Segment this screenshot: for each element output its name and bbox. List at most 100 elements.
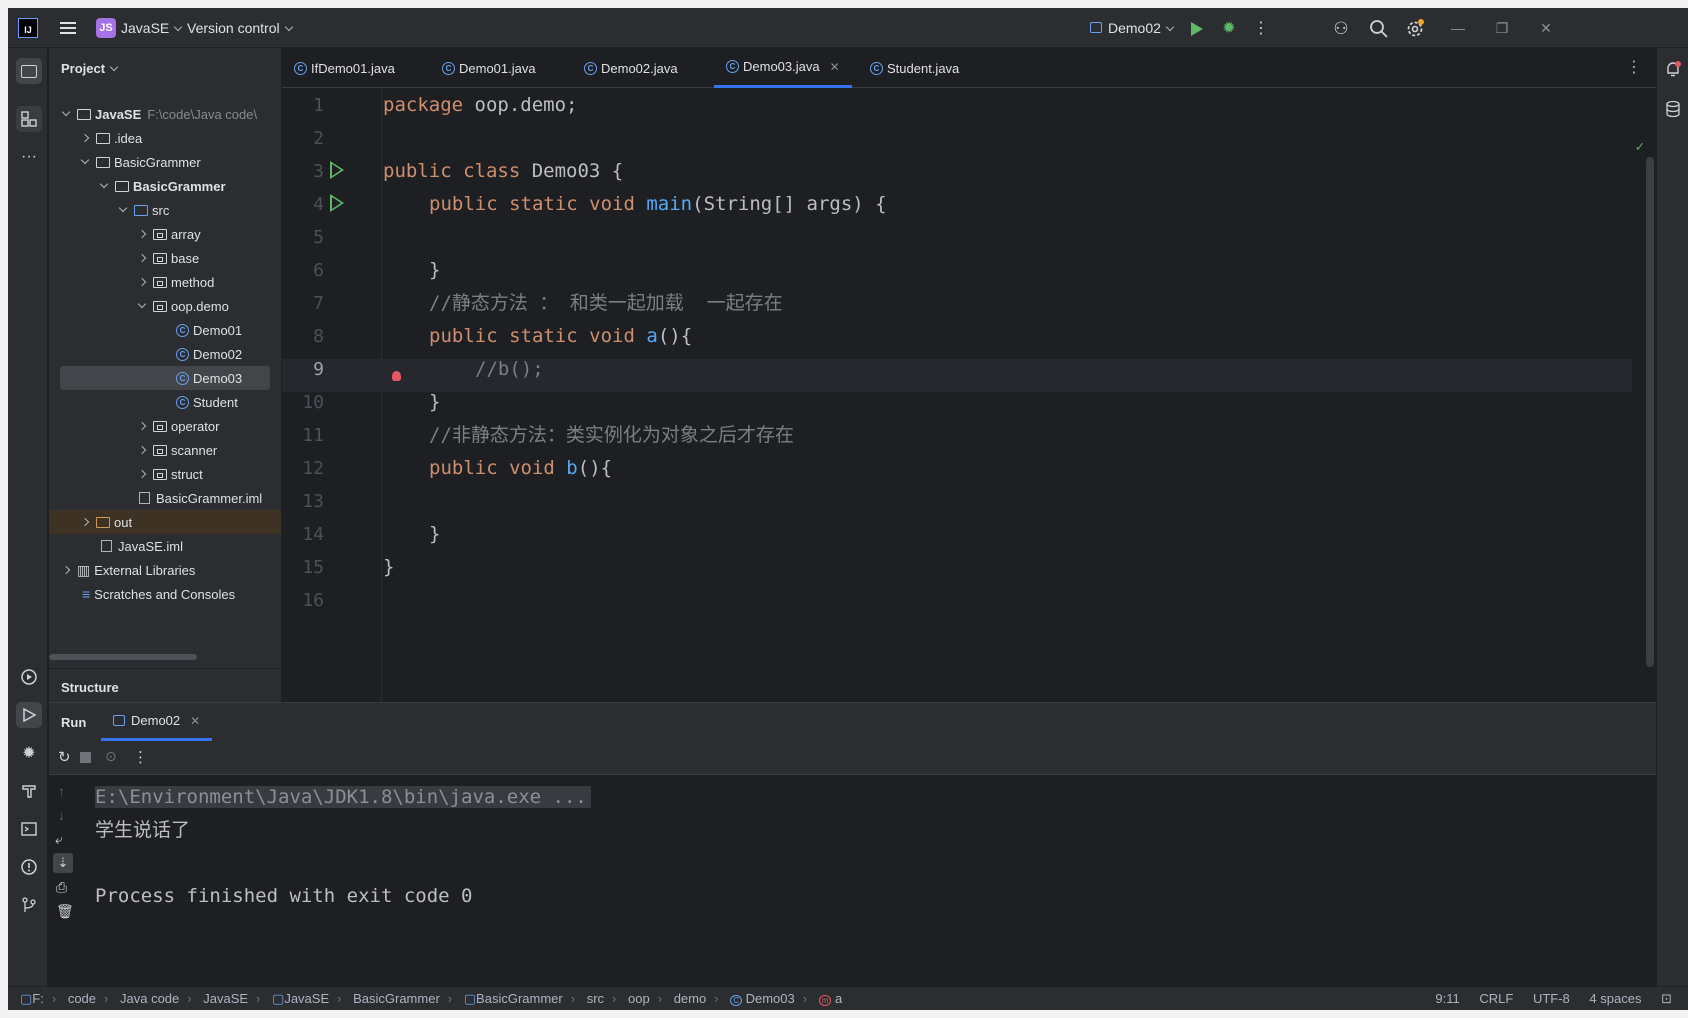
- run-tab-demo02[interactable]: Demo02 ✕: [101, 703, 213, 741]
- version-control-menu[interactable]: Version control: [187, 20, 293, 36]
- scroll-down-icon[interactable]: ↓: [58, 807, 65, 823]
- breadcrumb-item[interactable]: demo: [674, 991, 707, 1006]
- terminal-icon[interactable]: [16, 816, 42, 842]
- tree-node-operator[interactable]: operator: [49, 414, 281, 438]
- breadcrumb-item[interactable]: JavaSE: [284, 991, 329, 1006]
- tree-node-basicgrammer[interactable]: BasicGrammer: [49, 150, 281, 174]
- console-output[interactable]: E:\Environment\Java\JDK1.8\bin\java.exe …: [95, 781, 591, 913]
- run-button[interactable]: [1186, 18, 1208, 40]
- expand-arrow-icon[interactable]: [99, 179, 109, 189]
- tree-node-demo01[interactable]: C Demo01: [49, 318, 281, 342]
- more-actions-icon[interactable]: ⋮: [1250, 18, 1272, 40]
- services-icon[interactable]: [16, 664, 42, 690]
- expand-arrow-icon[interactable]: [61, 565, 71, 575]
- expand-arrow-icon[interactable]: [80, 155, 90, 165]
- database-icon[interactable]: [1665, 100, 1681, 121]
- tree-node-demo02[interactable]: C Demo02: [49, 342, 281, 366]
- close-icon[interactable]: ✕: [1536, 18, 1556, 38]
- project-selector[interactable]: JavaSE: [121, 20, 183, 36]
- project-horizontal-scrollbar[interactable]: [49, 654, 197, 660]
- tree-node-javase-iml[interactable]: JavaSE.iml: [49, 534, 281, 558]
- caret-position[interactable]: 9:11: [1435, 991, 1459, 1006]
- tab-options-icon[interactable]: ⋮: [1626, 60, 1642, 76]
- tab-student[interactable]: C Student.java: [870, 48, 959, 88]
- restore-icon[interactable]: ❐: [1492, 18, 1512, 38]
- tree-node-idea[interactable]: .idea: [49, 126, 281, 150]
- breadcrumb-item[interactable]: F:: [32, 991, 44, 1006]
- breadcrumb-item[interactable]: code: [68, 991, 96, 1006]
- tree-node-src[interactable]: src: [49, 198, 281, 222]
- run-config-selector[interactable]: Demo02: [1090, 20, 1175, 36]
- lock-icon[interactable]: ⊡: [1661, 991, 1672, 1006]
- problems-icon[interactable]: [16, 854, 42, 880]
- breadcrumb-item[interactable]: Java code: [120, 991, 179, 1006]
- console-command-line[interactable]: E:\Environment\Java\JDK1.8\bin\java.exe …: [95, 786, 591, 808]
- tree-node-basicgrammer-iml[interactable]: BasicGrammer.iml: [49, 486, 281, 510]
- tree-node-scratches[interactable]: ≡ Scratches and Consoles: [49, 582, 281, 606]
- tree-node-basicgrammer-module[interactable]: BasicGrammer: [49, 174, 281, 198]
- tree-node-out[interactable]: out: [49, 510, 281, 534]
- expand-arrow-icon[interactable]: [80, 133, 90, 143]
- expand-arrow-icon[interactable]: [137, 253, 147, 263]
- run-class-gutter-icon[interactable]: [330, 161, 344, 179]
- intellij-logo-icon[interactable]: IJ: [18, 18, 38, 38]
- tree-node-scanner[interactable]: scanner: [49, 438, 281, 462]
- close-tab-icon[interactable]: ✕: [830, 60, 840, 74]
- tree-node-demo03[interactable]: C Demo03: [60, 366, 270, 390]
- line-separator[interactable]: CRLF: [1479, 991, 1513, 1006]
- tab-demo03[interactable]: C Demo03.java ✕: [714, 48, 852, 88]
- tree-node-student[interactable]: C Student: [49, 390, 281, 414]
- breadcrumb-item[interactable]: Demo03: [746, 991, 795, 1006]
- stop-icon[interactable]: [80, 752, 91, 763]
- search-icon[interactable]: [1368, 18, 1390, 40]
- breadcrumb-item[interactable]: a: [835, 991, 842, 1006]
- expand-arrow-icon[interactable]: [80, 517, 90, 527]
- code-area[interactable]: 1 2 3 4 5 6 7 8 9 10 11 12 13 14 15 16 p…: [282, 89, 1656, 702]
- minimize-icon[interactable]: —: [1448, 18, 1468, 38]
- add-user-icon[interactable]: ⚇: [1330, 18, 1352, 40]
- git-branch-icon[interactable]: [16, 892, 42, 918]
- main-menu-icon[interactable]: [60, 20, 76, 36]
- dump-threads-icon[interactable]: ⊙: [105, 748, 117, 765]
- tree-node-base[interactable]: base: [49, 246, 281, 270]
- tree-node-external-libraries[interactable]: ▥ External Libraries: [49, 558, 281, 582]
- no-problems-check-icon[interactable]: ✓: [1636, 139, 1644, 155]
- tree-node-javase[interactable]: JavaSE F:\code\Java code\: [49, 102, 281, 126]
- settings-gear-icon[interactable]: [1404, 18, 1426, 40]
- print-icon[interactable]: ⎙: [56, 879, 67, 896]
- breadcrumb-item[interactable]: BasicGrammer: [476, 991, 563, 1006]
- project-tool-icon[interactable]: [16, 58, 42, 84]
- structure-tool-icon[interactable]: [16, 106, 42, 132]
- expand-arrow-icon[interactable]: [137, 229, 147, 239]
- tab-demo01[interactable]: C Demo01.java: [442, 48, 536, 88]
- project-panel-header[interactable]: Project: [61, 61, 119, 76]
- scroll-up-icon[interactable]: ↑: [58, 783, 65, 799]
- structure-header[interactable]: Structure: [61, 680, 119, 695]
- expand-arrow-icon[interactable]: [137, 469, 147, 479]
- tab-demo02[interactable]: C Demo02.java: [584, 48, 678, 88]
- more-tools-icon[interactable]: ···: [16, 144, 42, 170]
- debug-tool-icon[interactable]: ✹: [16, 740, 42, 766]
- more-options-icon[interactable]: ⋮: [133, 748, 148, 766]
- breadcrumb-item[interactable]: oop: [628, 991, 650, 1006]
- file-encoding[interactable]: UTF-8: [1533, 991, 1570, 1006]
- notifications-bell-icon[interactable]: [1664, 60, 1682, 81]
- clear-trash-icon[interactable]: 🗑: [56, 903, 74, 920]
- project-badge[interactable]: JS: [96, 18, 116, 38]
- soft-wrap-icon[interactable]: ⤶: [55, 831, 63, 848]
- expand-arrow-icon[interactable]: [118, 203, 128, 213]
- breadcrumb-item[interactable]: src: [587, 991, 604, 1006]
- tree-node-oop-demo[interactable]: oop.demo: [49, 294, 281, 318]
- expand-arrow-icon[interactable]: [137, 421, 147, 431]
- indent-setting[interactable]: 4 spaces: [1589, 991, 1641, 1006]
- run-tool-icon[interactable]: [16, 702, 42, 728]
- breadcrumb-item[interactable]: JavaSE: [203, 991, 248, 1006]
- editor-vertical-scrollbar[interactable]: [1646, 157, 1654, 667]
- build-hammer-icon[interactable]: [16, 778, 42, 804]
- close-tab-icon[interactable]: ✕: [190, 714, 200, 728]
- expand-arrow-icon[interactable]: [137, 277, 147, 287]
- breadcrumb-item[interactable]: BasicGrammer: [353, 991, 440, 1006]
- expand-arrow-icon[interactable]: [61, 107, 71, 117]
- tree-node-method[interactable]: method: [49, 270, 281, 294]
- debug-icon[interactable]: ✹: [1218, 18, 1240, 40]
